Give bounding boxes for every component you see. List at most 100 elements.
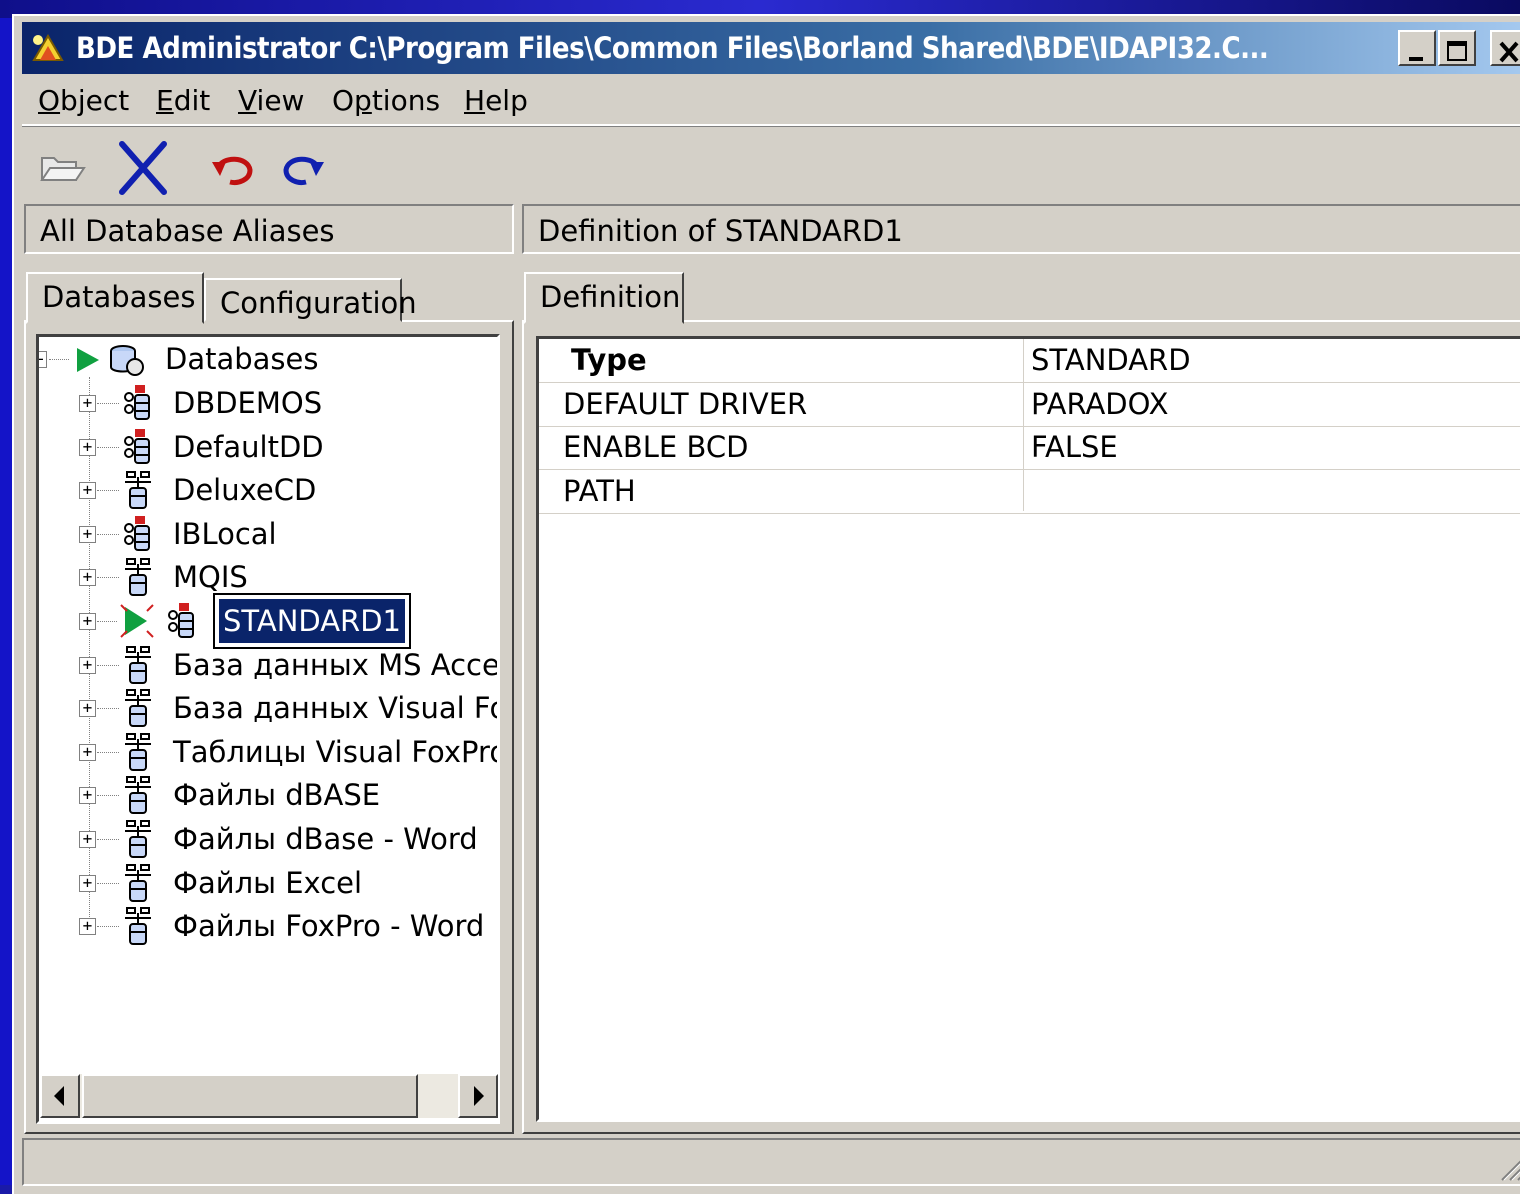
scroll-thumb[interactable] <box>82 1074 418 1118</box>
tree-item[interactable]: + Файлы dBASE <box>39 773 497 817</box>
tree-item[interactable]: + Файлы Excel <box>39 861 497 905</box>
tree-connector <box>97 621 117 622</box>
all-aliases-header: All Database Aliases <box>24 204 514 254</box>
menu-options[interactable]: Options <box>332 84 440 117</box>
minimize-icon <box>1409 57 1423 61</box>
expand-toggle[interactable]: + <box>79 787 96 805</box>
tree-item-label: MQIS <box>173 560 248 595</box>
open-folder-icon <box>40 157 86 181</box>
tree-item-label: DeluxeCD <box>173 473 317 508</box>
scroll-left-button[interactable] <box>40 1074 80 1118</box>
expand-toggle[interactable]: + <box>79 569 96 587</box>
grid-value[interactable]: PARADOX <box>1031 383 1168 426</box>
delete-x-icon <box>119 141 167 195</box>
tree-item[interactable]: + Файлы FoxPro - Word <box>39 904 497 948</box>
grid-key: DEFAULT DRIVER <box>563 386 808 421</box>
tree-item[interactable]: + IBLocal <box>39 512 497 556</box>
bde-app-icon <box>32 34 64 61</box>
bde-administrator-window: BDE Administrator C:\Program Files\Commo… <box>12 14 1520 1194</box>
tree-item[interactable]: + База данных MS Access <box>39 643 497 687</box>
menu-options-accel: p <box>354 84 372 117</box>
tree-item-label: Файлы Excel <box>173 865 363 900</box>
odbc-alias-icon <box>125 471 151 510</box>
tree-item[interactable]: + Файлы dBase - Word <box>39 817 497 861</box>
tree-item[interactable]: + Таблицы Visual FoxPro <box>39 730 497 774</box>
menu-options-text: tions <box>371 84 441 117</box>
menu-edit[interactable]: Edit <box>156 84 210 117</box>
tab-databases[interactable]: Databases <box>26 272 204 324</box>
tree-item[interactable]: + DeluxeCD <box>39 468 497 512</box>
grid-key: PATH <box>563 473 636 508</box>
grid-value[interactable]: STANDARD <box>1031 339 1191 382</box>
tree-item-label: DefaultDD <box>173 429 324 464</box>
menu-help-accel: H <box>464 84 486 117</box>
odbc-alias-icon <box>125 645 151 684</box>
grid-row[interactable]: PATH <box>539 470 1520 514</box>
definition-header: Definition of STANDARD1 <box>522 204 1520 254</box>
tree-horizontal-scrollbar[interactable] <box>40 1074 498 1118</box>
expand-toggle[interactable]: + <box>79 700 96 718</box>
menu-help-text: elp <box>485 84 528 117</box>
definition-grid[interactable]: Type STANDARD DEFAULT DRIVER PARADOX ENABLE … <box>536 336 1520 1122</box>
tab-definition[interactable]: Definition <box>524 272 684 324</box>
menu-view[interactable]: View <box>238 84 304 117</box>
tree-item[interactable]: + База данных Visual FoxPro <box>39 686 497 730</box>
tree-item[interactable]: + DefaultDD <box>39 425 497 469</box>
resize-grip-icon[interactable] <box>1496 1152 1520 1182</box>
expand-toggle[interactable]: + <box>79 874 96 892</box>
menu-bar: Object Edit View Options Help <box>22 78 1520 126</box>
root-collapse-toggle[interactable]: - <box>39 351 47 368</box>
scroll-right-button[interactable] <box>458 1074 498 1118</box>
tree-root-databases[interactable]: Databases <box>165 337 318 381</box>
expand-toggle[interactable]: + <box>79 482 96 500</box>
database-alias-icon <box>168 603 194 638</box>
expand-toggle[interactable]: + <box>79 831 96 848</box>
tree-item[interactable]: + STANDARD1 <box>39 593 497 649</box>
close-button[interactable] <box>1490 30 1520 66</box>
maximize-button[interactable] <box>1438 30 1476 66</box>
tree-item[interactable]: + DBDEMOS <box>39 381 497 425</box>
undo-button[interactable] <box>198 138 262 198</box>
minimize-button[interactable] <box>1398 30 1436 66</box>
delete-button[interactable] <box>112 138 176 198</box>
tree-connector <box>97 708 119 710</box>
tree-connector <box>97 403 119 404</box>
menu-object-accel: O <box>38 84 61 117</box>
menu-edit-text: dit <box>173 84 211 117</box>
tree-connector <box>97 839 119 840</box>
grid-row[interactable]: ENABLE BCD FALSE <box>539 426 1520 470</box>
tree-item-label: Файлы dBASE <box>173 778 381 813</box>
menu-help[interactable]: Help <box>464 84 528 117</box>
expand-toggle[interactable]: + <box>79 656 96 674</box>
expand-toggle[interactable]: + <box>79 395 96 412</box>
expand-toggle[interactable]: + <box>79 525 96 543</box>
grid-row[interactable]: DEFAULT DRIVER PARADOX <box>539 383 1520 427</box>
database-alias-icon <box>124 515 150 551</box>
database-tree[interactable]: - Databases + DBDEMOS + DefaultDD + DeluxeCD +… <box>36 334 500 1124</box>
menu-object-text: bject <box>60 84 130 117</box>
tree-connector <box>97 446 119 448</box>
undo-arrow-icon <box>212 156 253 185</box>
tree-item[interactable]: + MQIS <box>39 555 497 599</box>
title-bar[interactable]: BDE Administrator C:\Program Files\Commo… <box>22 22 1520 74</box>
grid-key: ENABLE BCD <box>563 430 749 464</box>
expand-toggle[interactable]: + <box>79 438 96 456</box>
tab-configuration[interactable]: Configuration <box>204 278 417 322</box>
menu-edit-accel: E <box>156 84 174 117</box>
odbc-alias-icon <box>125 558 151 597</box>
tree-connector <box>97 664 119 666</box>
window-title: BDE Administrator C:\Program Files\Commo… <box>76 31 1269 65</box>
desktop-background-left <box>0 18 12 1185</box>
open-button[interactable] <box>32 138 96 198</box>
maximize-icon <box>1447 41 1467 61</box>
grid-value[interactable]: FALSE <box>1031 426 1118 469</box>
menu-object[interactable]: Object <box>38 84 129 117</box>
odbc-alias-icon <box>125 776 151 815</box>
tree-item-label: DBDEMOS <box>173 386 323 420</box>
expand-toggle[interactable]: + <box>79 918 96 936</box>
tree-connector <box>97 577 119 579</box>
expand-toggle[interactable]: + <box>79 743 96 761</box>
grid-row[interactable]: Type STANDARD <box>539 339 1520 383</box>
expand-toggle[interactable]: + <box>79 613 96 630</box>
redo-button[interactable] <box>274 138 338 198</box>
